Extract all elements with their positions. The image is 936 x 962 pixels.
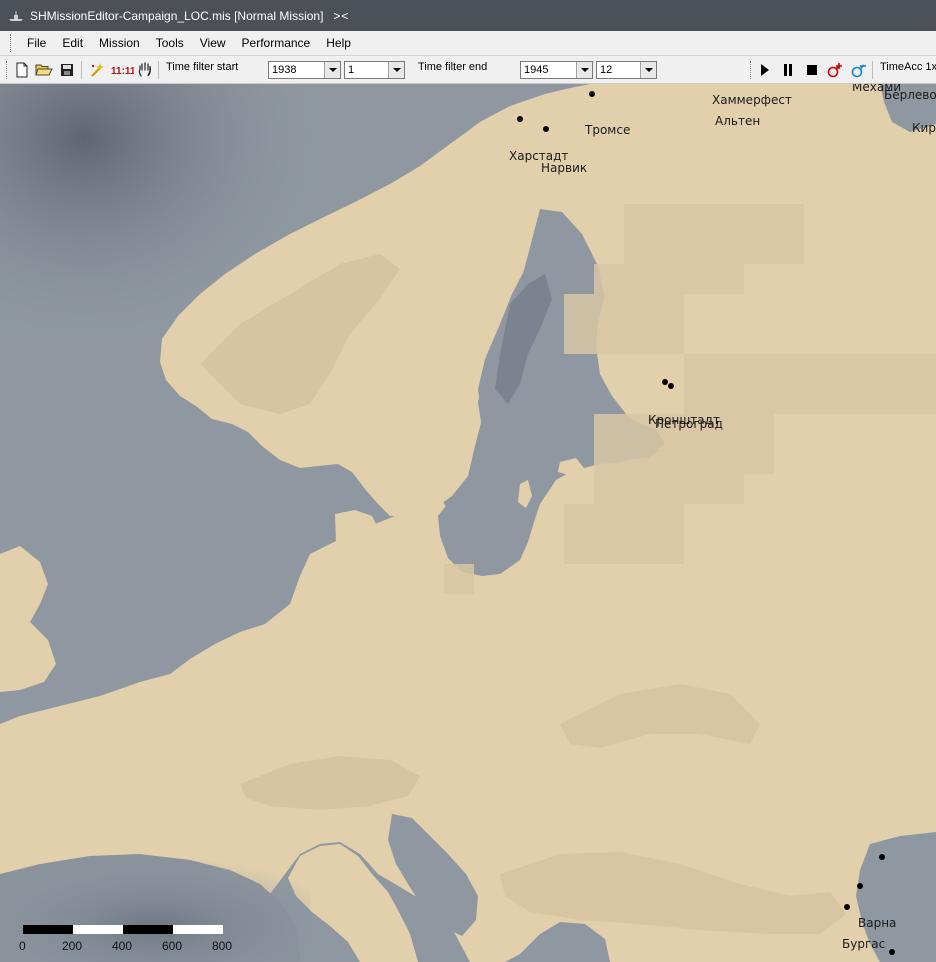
city-label-kirkenes: Кирк <box>912 121 936 135</box>
new-file-icon[interactable] <box>12 60 32 80</box>
map-canvas[interactable]: Хаммерфест Альтен Мехами Берлевог Кирк Т… <box>0 84 936 962</box>
city-label-hammerfest: Хаммерфест <box>712 93 792 107</box>
hand-pan-icon[interactable] <box>135 60 155 80</box>
end-year-value: 1945 <box>524 64 549 76</box>
toolbar-grip <box>6 61 9 79</box>
scale-tick-0: 0 <box>19 939 26 953</box>
add-unit-icon[interactable] <box>825 60 845 80</box>
remove-unit-icon[interactable] <box>849 60 869 80</box>
start-year-select[interactable]: 1938 <box>268 61 341 79</box>
city-label-narvik: Нарвик <box>541 161 587 175</box>
scale-tick-800: 800 <box>212 939 232 953</box>
clock-text: 11:11 <box>111 66 134 77</box>
city-label-varna: Варна <box>858 916 896 930</box>
start-month-value: 1 <box>348 64 355 76</box>
menu-mission[interactable]: Mission <box>91 33 148 53</box>
time-filter-start-label: Time filter start <box>166 61 239 73</box>
magic-wand-icon[interactable] <box>87 60 107 80</box>
chevron-down-icon[interactable] <box>640 62 656 78</box>
toolbar-separator <box>158 61 159 79</box>
toolbar-separator <box>872 61 873 79</box>
pause-icon[interactable] <box>778 60 798 80</box>
city-label-berlevog: Берлевог <box>884 88 936 102</box>
title-bar: SHMissionEditor-Campaign_LOC.mis [Normal… <box>0 0 936 31</box>
map-view[interactable]: Хаммерфест Альтен Мехами Берлевог Кирк Т… <box>0 84 936 962</box>
city-label-burgas: Бургас <box>842 937 885 951</box>
chevron-down-icon[interactable] <box>388 62 404 78</box>
clock-icon[interactable]: 11:11 <box>110 60 134 80</box>
menu-file[interactable]: File <box>19 33 54 53</box>
city-label-petrograd: Петроград <box>655 417 723 431</box>
open-folder-icon[interactable] <box>34 60 54 80</box>
menu-edit[interactable]: Edit <box>54 33 91 53</box>
city-label-alten: Альтен <box>715 114 760 128</box>
end-month-select[interactable]: 12 <box>596 61 657 79</box>
scale-tick-600: 600 <box>162 939 182 953</box>
window-title: SHMissionEditor-Campaign_LOC.mis [Normal… <box>30 8 324 23</box>
time-filter-end-label: Time filter end <box>418 61 488 73</box>
stop-icon[interactable] <box>802 60 822 80</box>
menu-grip <box>10 34 13 52</box>
toolbar: 11:11 Time filter start 1938 1 Time filt… <box>0 57 936 84</box>
menu-help[interactable]: Help <box>318 33 359 53</box>
mediterranean-deep <box>0 844 310 962</box>
end-year-select[interactable]: 1945 <box>520 61 593 79</box>
end-month-value: 12 <box>600 64 613 76</box>
chevron-down-icon[interactable] <box>324 62 340 78</box>
menu-performance[interactable]: Performance <box>234 33 319 53</box>
title-suffix: >< <box>333 8 350 23</box>
app-ship-icon <box>8 9 24 23</box>
toolbar-separator <box>81 61 82 79</box>
menu-tools[interactable]: Tools <box>148 33 192 53</box>
scale-tick-400: 400 <box>112 939 132 953</box>
menu-bar: File Edit Mission Tools View Performance… <box>0 31 936 56</box>
scale-tick-200: 200 <box>62 939 82 953</box>
start-year-value: 1938 <box>272 64 297 76</box>
play-icon[interactable] <box>755 60 775 80</box>
city-label-tromso: Тромсе <box>584 123 630 137</box>
start-month-select[interactable]: 1 <box>344 61 405 79</box>
menu-view[interactable]: View <box>192 33 234 53</box>
toolbar-grip <box>750 61 753 79</box>
time-acc-label: TimeAcc 1x <box>880 61 936 73</box>
save-disk-icon[interactable] <box>57 60 77 80</box>
chevron-down-icon[interactable] <box>576 62 592 78</box>
